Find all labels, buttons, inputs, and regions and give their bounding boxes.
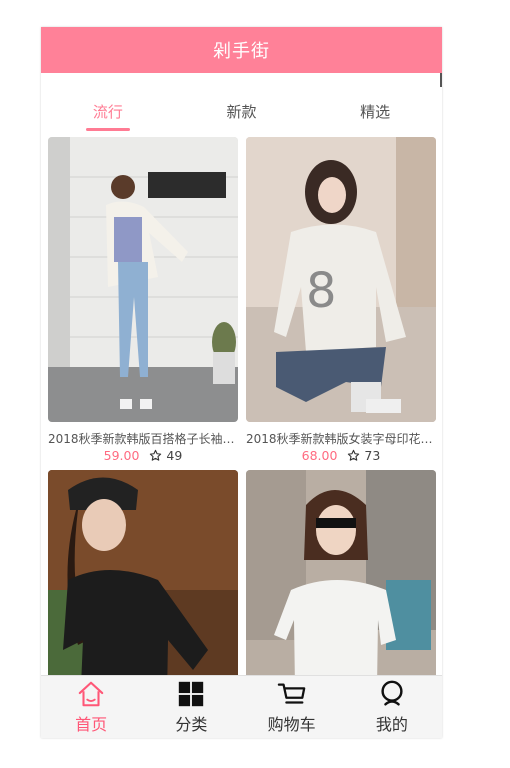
product-card[interactable]: 8 2018秋季新款韩版女装字母印花连帽卫衣 68.00 73	[246, 137, 436, 463]
product-title: 2018秋季新款韩版女装字母印花连帽卫衣	[246, 432, 436, 446]
scrollbar[interactable]	[440, 73, 442, 87]
tab-control: 流行 新款 精选	[41, 95, 442, 135]
tabbar-profile[interactable]: 我的	[342, 676, 442, 738]
nav-bar: 剁手街	[41, 27, 442, 73]
tab-active-indicator	[85, 128, 130, 131]
product-meta: 59.00 49	[48, 448, 238, 463]
product-image[interactable]	[48, 137, 238, 422]
tabbar-category[interactable]: 分类	[141, 676, 241, 738]
tab-selected[interactable]: 精选	[308, 95, 442, 135]
star-icon	[150, 449, 162, 461]
tab-label: 流行	[92, 103, 123, 121]
tab-label: 精选	[360, 103, 391, 121]
product-image[interactable]: 8	[246, 137, 436, 422]
tab-label: 新款	[226, 103, 257, 121]
cart-icon	[277, 683, 305, 704]
tab-indicator	[353, 128, 397, 131]
tabbar-label: 首页	[75, 715, 108, 734]
tabbar-home[interactable]: 首页	[41, 676, 141, 738]
profile-icon	[381, 680, 403, 706]
category-icon	[179, 681, 204, 707]
tabbar-label: 购物车	[267, 715, 316, 734]
tabbar-label: 分类	[175, 715, 208, 734]
tab-popular[interactable]: 流行	[41, 95, 175, 135]
product-price: 68.00	[301, 448, 338, 463]
svg-text:8: 8	[306, 263, 337, 319]
favorite-count: 49	[166, 448, 183, 463]
product-card[interactable]: 2018秋季新款韩版百搭格子长袖衬衫+白色外套女装 59.00 49	[48, 137, 238, 463]
tab-indicator	[220, 128, 264, 131]
product-price: 59.00	[103, 448, 140, 463]
product-meta: 68.00 73	[246, 448, 436, 463]
app-title: 剁手街	[213, 41, 270, 62]
product-title: 2018秋季新款韩版百搭格子长袖衬衫+白色外套女装	[48, 432, 238, 446]
tabbar-label: 我的	[375, 715, 408, 734]
home-icon	[78, 681, 104, 707]
tab-bar: 首页 分类 购物车 我的	[41, 675, 442, 738]
phone-screen: 剁手街 流行 新款 精选 2018秋季新款韩版百搭格子长袖衬 59.00 49 …	[41, 27, 442, 738]
tabbar-cart[interactable]: 购物车	[242, 676, 342, 738]
star-icon	[348, 449, 360, 461]
tab-new[interactable]: 新款	[175, 95, 309, 135]
favorite-count: 73	[364, 448, 381, 463]
